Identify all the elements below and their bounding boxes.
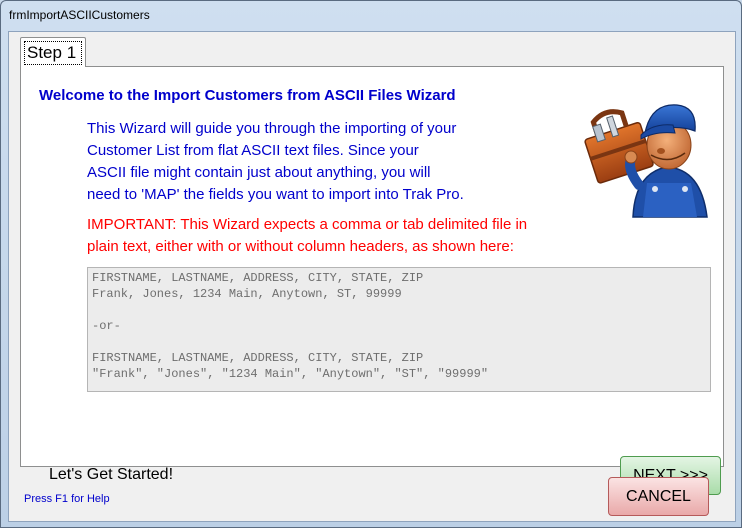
worker-with-toolbox-icon xyxy=(584,104,708,218)
window-client-area: Step 1 Welcome to the Import Customers f… xyxy=(8,31,736,522)
example-line: "Frank", "Jones", "1234 Main", "Anytown"… xyxy=(92,367,489,381)
important-notice: IMPORTANT: This Wizard expects a comma o… xyxy=(87,214,567,258)
example-format-box: FIRSTNAME, LASTNAME, ADDRESS, CITY, STAT… xyxy=(87,267,711,392)
important-line: IMPORTANT: This Wizard expects a comma o… xyxy=(87,216,528,233)
title-bar[interactable]: frmImportASCIICustomers xyxy=(1,1,741,31)
tab-label: Step 1 xyxy=(27,43,77,62)
help-hint: Press F1 for Help xyxy=(24,493,110,505)
intro-line: need to 'MAP' the fields you want to imp… xyxy=(87,186,464,203)
intro-line: ASCII file might contain just about anyt… xyxy=(87,164,431,181)
intro-line: This Wizard will guide you through the i… xyxy=(87,120,457,137)
tab-step-1[interactable]: Step 1 xyxy=(20,37,86,67)
example-separator: -or- xyxy=(92,319,121,333)
intro-line: Customer List from flat ASCII text files… xyxy=(87,142,419,159)
get-started-label: Let's Get Started! xyxy=(49,466,174,483)
example-line: FIRSTNAME, LASTNAME, ADDRESS, CITY, STAT… xyxy=(92,271,424,285)
cancel-button[interactable]: CANCEL xyxy=(608,477,709,516)
important-line: plain text, either with or without colum… xyxy=(87,238,514,255)
window-title: frmImportASCIICustomers xyxy=(9,8,150,22)
wizard-heading: Welcome to the Import Customers from ASC… xyxy=(39,87,456,104)
example-line: FIRSTNAME, LASTNAME, ADDRESS, CITY, STAT… xyxy=(92,351,424,365)
wizard-window: frmImportASCIICustomers Step 1 Welcome t… xyxy=(0,0,742,528)
example-line: Frank, Jones, 1234 Main, Anytown, ST, 99… xyxy=(92,287,402,301)
intro-text: This Wizard will guide you through the i… xyxy=(87,118,527,206)
tab-panel: Welcome to the Import Customers from ASC… xyxy=(20,66,724,495)
